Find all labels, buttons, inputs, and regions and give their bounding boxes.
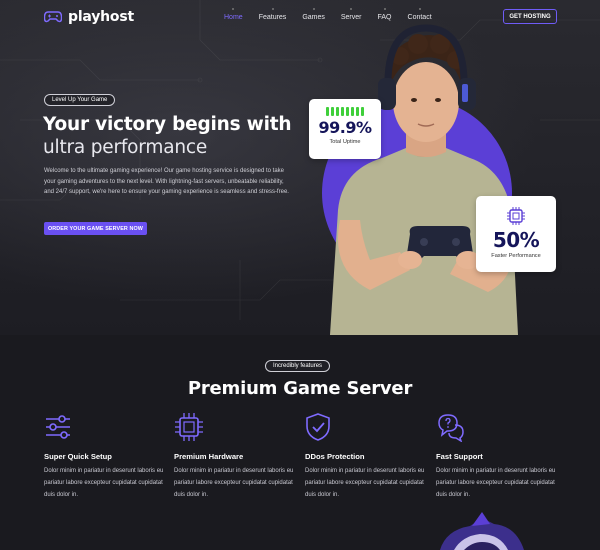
feature-description: Dolor minim in pariatur in deserunt labo… [436,468,556,498]
nav-home[interactable]: Home [224,8,243,21]
feature-name: Premium Hardware [174,452,244,461]
brand-logo[interactable]: playhost [44,9,134,25]
performance-label: Faster Performance [491,253,541,259]
feature-description: Dolor minim in pariatur in deserunt labo… [174,468,294,498]
performance-stat-card: 50% Faster Performance [476,196,556,272]
chip-icon [175,413,203,441]
hero-title-line2: ultra performance [43,137,208,158]
hero-description: Welcome to the ultimate gaming experienc… [44,168,289,196]
features-title: Premium Game Server [187,378,413,399]
performance-value: 50% [492,228,540,252]
feature-ddos-protection: DDos Protection Dolor minim in pariatur … [305,412,435,501]
hero-tag: Level Up Your Game [44,94,116,106]
mascot-illustration [440,512,524,550]
feature-name: DDos Protection [305,452,365,461]
feature-description: Dolor minim in pariatur in deserunt labo… [44,468,164,498]
order-server-button[interactable]: ORDER YOUR GAME SERVER NOW [44,222,147,235]
nav-home-label: Home [224,14,243,21]
brand-name: playhost [68,9,134,25]
feature-premium-hardware: Premium Hardware Dolor minim in pariatur… [174,412,304,501]
gamepad-icon [44,11,62,23]
shield-check-icon [306,413,330,441]
uptime-bars [326,107,364,116]
nav-features-label: Features [258,14,287,21]
hero-title-line1: Your victory begins with [43,114,292,135]
uptime-stat-card: 99.9% Total Uptime [309,99,381,159]
chip-icon [507,207,525,225]
feature-fast-support: Fast Support Dolor minim in pariatur in … [436,412,566,501]
gamer-photo [330,24,518,335]
feature-name: Fast Support [436,452,483,461]
nav-features[interactable]: Features [258,8,287,21]
uptime-value: 99.9% [318,118,372,137]
feature-description: Dolor minim in pariatur in deserunt labo… [305,468,425,498]
feature-name: Super Quick Setup [44,452,112,461]
sliders-icon [46,415,70,439]
support-chat-icon [438,414,464,443]
features-tag: Incredibly features [265,360,331,372]
uptime-label: Total Uptime [329,139,361,145]
feature-quick-setup: Super Quick Setup Dolor minim in pariatu… [44,412,174,501]
